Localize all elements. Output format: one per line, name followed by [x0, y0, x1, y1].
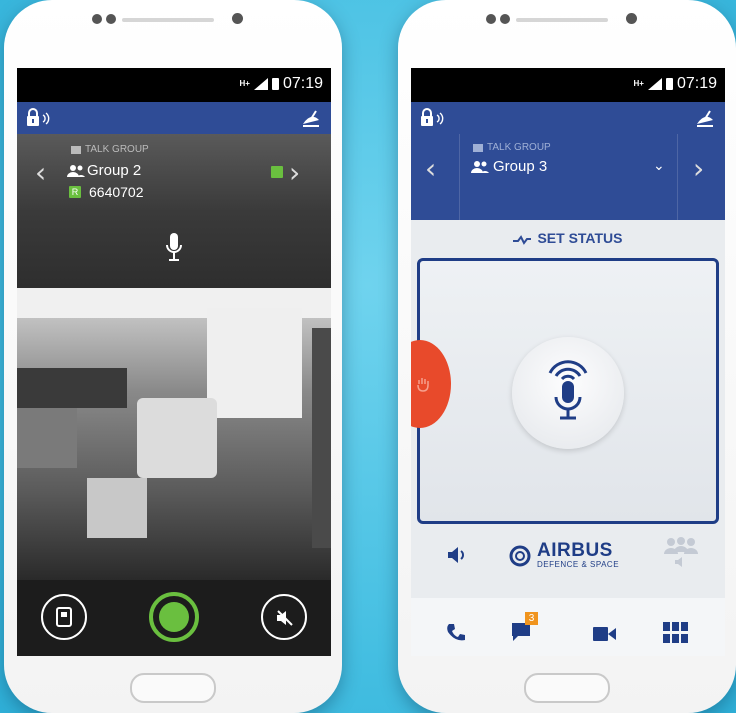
hand-icon: [417, 378, 429, 392]
status-bar: H+ 07:19: [17, 68, 331, 102]
talk-group-label: TALK GROUP: [487, 142, 551, 153]
phone-sensor-dots: [486, 14, 510, 24]
clock: 07:19: [676, 75, 717, 92]
record-button[interactable]: [149, 592, 199, 642]
home-button[interactable]: [130, 673, 216, 703]
app-header-bar: [411, 102, 725, 134]
video-blur-region: [137, 398, 217, 478]
app-header-bar: [17, 102, 331, 134]
signal-icon: [647, 78, 662, 90]
group-people-icon: [67, 165, 85, 177]
record-dot-icon: [159, 602, 189, 632]
video-blur-region: [17, 368, 127, 408]
video-blur-region: [87, 478, 147, 538]
bottom-nav: 3: [411, 598, 725, 656]
group-people-icon: [471, 161, 489, 173]
talk-group-name[interactable]: Group 3: [493, 158, 547, 175]
satellite-dish-icon[interactable]: [301, 108, 321, 128]
prev-group-chevron-icon[interactable]: ‹: [425, 152, 436, 185]
phone-call-icon[interactable]: [445, 622, 467, 644]
signal-icon: [253, 78, 268, 90]
network-type: H+: [239, 79, 250, 88]
prev-group-chevron-icon[interactable]: ‹: [35, 156, 46, 189]
set-status-button[interactable]: SET STATUS: [411, 220, 725, 256]
group-audio-icon[interactable]: [661, 536, 701, 570]
airbus-logo: AIRBUS DEFENCE & SPACE: [509, 540, 620, 569]
talk-group-card-icon: [473, 144, 483, 152]
satellite-dish-icon[interactable]: [695, 108, 715, 128]
speaker-volume-icon[interactable]: [447, 546, 467, 564]
microphone-icon[interactable]: [165, 232, 183, 264]
mute-speaker-button[interactable]: [261, 594, 307, 640]
messages-button[interactable]: 3: [511, 612, 538, 646]
id-badge: R: [69, 186, 81, 198]
call-controls: [17, 580, 331, 656]
battery-icon: [665, 78, 673, 90]
mic-strip: [17, 212, 331, 288]
talk-group-panel: ‹ TALK GROUP Group 2 R 6640702 ›: [17, 134, 331, 212]
talk-group-label: TALK GROUP: [85, 144, 149, 155]
left-screen: H+ 07:19 ‹ TALK GROUP Group 2 R 6640702 …: [17, 68, 331, 656]
phone-right: H+ 07:19 ‹ TALK GROUP Group 3 ⌄ › SET ST…: [398, 0, 736, 713]
video-blur-region: [17, 408, 77, 468]
next-group-chevron-icon[interactable]: ›: [693, 152, 704, 185]
brand-name: AIRBUS: [537, 540, 613, 561]
battery-icon: [271, 78, 279, 90]
messages-badge: 3: [525, 612, 538, 625]
airbus-swirl-icon: [509, 545, 531, 566]
talk-group-panel: ‹ TALK GROUP Group 3 ⌄ ›: [411, 134, 725, 220]
talk-group-name[interactable]: Group 2: [87, 162, 141, 179]
phone-speaker: [516, 18, 608, 22]
right-screen: H+ 07:19 ‹ TALK GROUP Group 3 ⌄ › SET ST…: [411, 68, 725, 656]
divider: [677, 134, 678, 220]
next-group-chevron-icon[interactable]: ›: [289, 156, 300, 189]
video-blur-region: [207, 308, 302, 418]
speaker-muted-icon: [277, 610, 293, 626]
apps-grid-icon[interactable]: [663, 622, 689, 644]
phone-device-icon: [56, 607, 72, 627]
broadcast-microphone-icon: [548, 360, 588, 420]
talk-group-id: 6640702: [89, 184, 144, 200]
brand-subtitle: DEFENCE & SPACE: [537, 560, 620, 569]
video-indicator-icon: [271, 166, 283, 178]
brand-row: AIRBUS DEFENCE & SPACE: [411, 524, 725, 586]
phone-left: H+ 07:19 ‹ TALK GROUP Group 2 R 6640702 …: [4, 0, 342, 713]
secure-lock-icon[interactable]: [25, 108, 53, 128]
video-blur-region: [312, 328, 331, 548]
video-feed: [17, 288, 331, 580]
status-bar: H+ 07:19: [411, 68, 725, 102]
talk-group-card-icon: [71, 146, 81, 154]
group-dropdown-chevron-icon[interactable]: ⌄: [653, 158, 665, 174]
video-camera-icon[interactable]: [593, 626, 617, 642]
phone-camera: [232, 13, 243, 24]
phone-camera: [626, 13, 637, 24]
set-status-label: SET STATUS: [537, 230, 623, 246]
clock: 07:19: [282, 75, 323, 92]
home-button[interactable]: [524, 673, 610, 703]
push-to-talk-button[interactable]: [512, 337, 624, 449]
status-wave-icon: [513, 235, 532, 245]
divider: [459, 134, 460, 220]
push-to-talk-panel[interactable]: [417, 258, 719, 524]
switch-camera-button[interactable]: [41, 594, 87, 640]
phone-speaker: [122, 18, 214, 22]
secure-lock-icon[interactable]: [419, 108, 447, 128]
phone-sensor-dots: [92, 14, 116, 24]
network-type: H+: [633, 79, 644, 88]
